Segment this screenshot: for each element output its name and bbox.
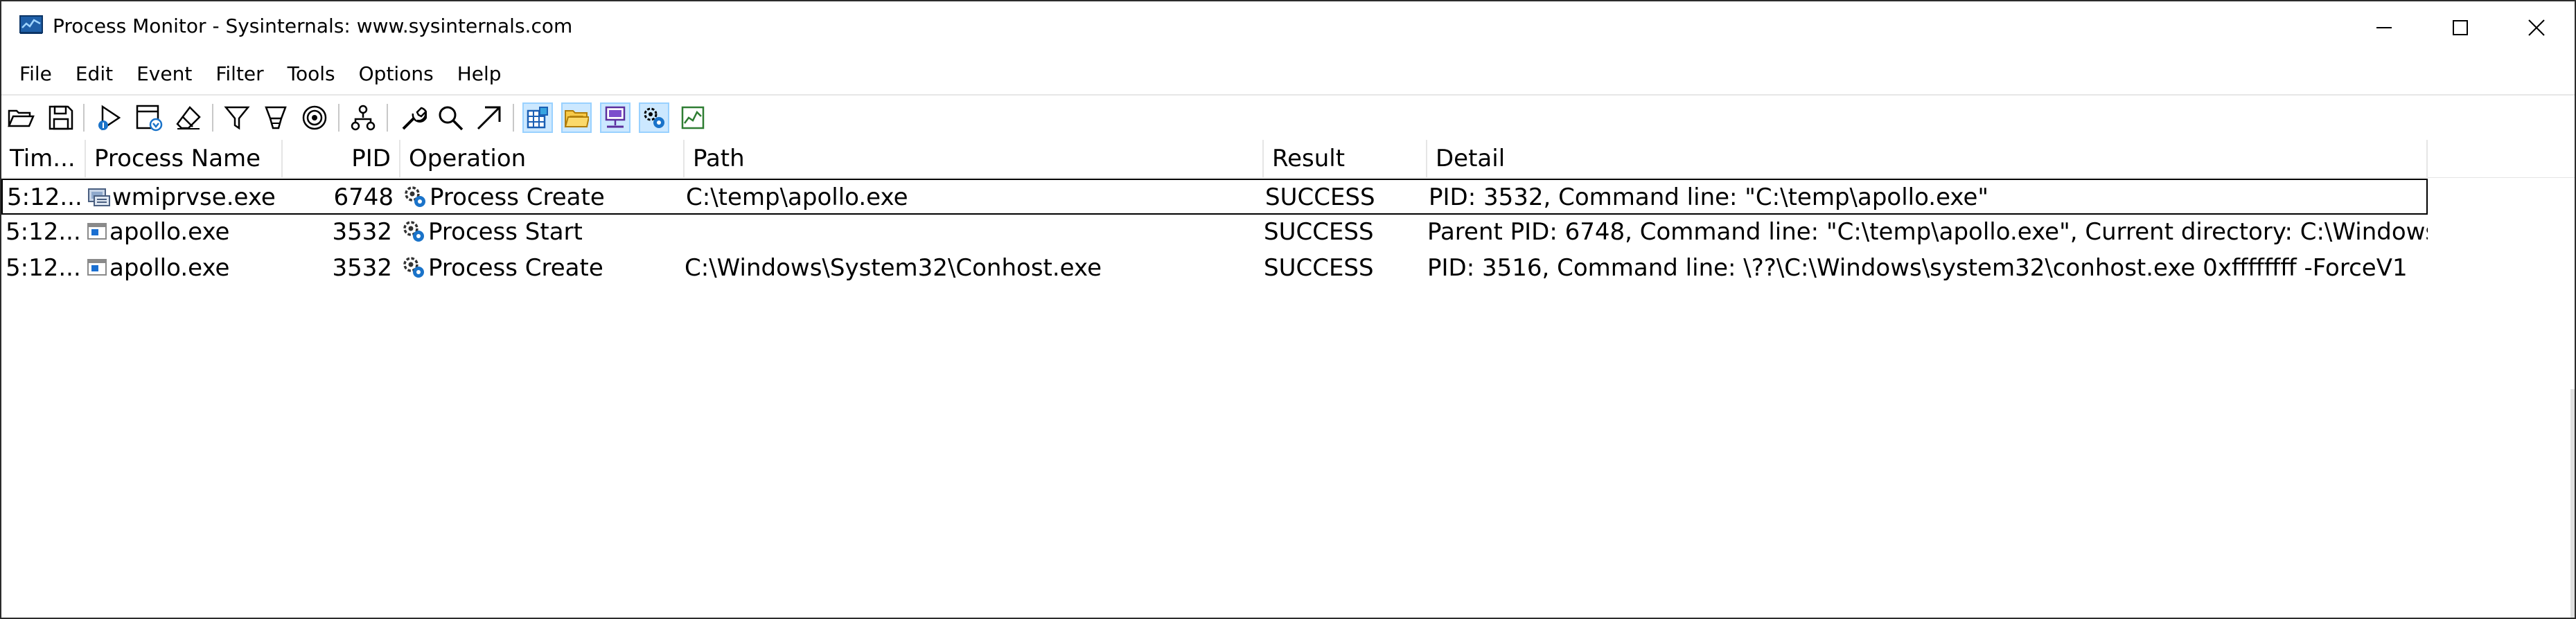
file-activity-icon xyxy=(564,110,589,127)
process-monitor-app-icon xyxy=(19,15,43,34)
menu-tools[interactable]: Tools xyxy=(276,57,347,91)
toolbar xyxy=(1,94,2575,140)
event-operation: Process Create xyxy=(400,251,685,287)
minimize-icon xyxy=(2376,27,2392,28)
event-process: wmiprvse.exe xyxy=(87,180,284,216)
open-icon xyxy=(8,109,35,127)
event-result: SUCCESS xyxy=(1264,254,1374,282)
properties-button[interactable] xyxy=(398,102,428,133)
event-process-name: apollo.exe xyxy=(109,254,230,282)
event-path: C:\temp\apollo.exe xyxy=(686,183,908,211)
clear-icon xyxy=(176,106,201,129)
event-result: SUCCESS xyxy=(1264,218,1374,246)
network-activity-toggle[interactable] xyxy=(600,102,630,133)
jump-to-button[interactable] xyxy=(474,102,504,133)
event-time: 5:12... xyxy=(6,254,81,282)
profiling-events-icon xyxy=(681,106,705,129)
console-app-icon xyxy=(87,258,107,276)
menu-help[interactable]: Help xyxy=(445,57,513,91)
process-gear-icon xyxy=(403,220,424,242)
event-path: C:\Windows\System32\Conhost.exe xyxy=(685,254,1102,282)
include-process-button[interactable] xyxy=(299,102,330,133)
autoscroll-button[interactable] xyxy=(134,102,165,133)
column-header-path[interactable]: Path xyxy=(685,140,1264,177)
column-header-process-name[interactable]: Process Name xyxy=(86,140,283,177)
process-thread-activity-icon xyxy=(644,107,664,128)
registry-activity-icon xyxy=(527,107,548,129)
profiling-events-toggle[interactable] xyxy=(678,102,708,133)
column-header-result[interactable]: Result xyxy=(1264,140,1427,177)
event-row[interactable]: 5:12... wmiprvse.exe 6748 Process Create xyxy=(1,179,2428,215)
maximize-button[interactable] xyxy=(2422,1,2498,54)
vertical-scrollbar[interactable] xyxy=(2570,389,2575,618)
event-process-name: wmiprvse.exe xyxy=(112,183,276,211)
process-tree-button[interactable] xyxy=(348,102,378,133)
find-button[interactable] xyxy=(435,102,466,133)
event-process-name: apollo.exe xyxy=(109,218,230,246)
event-operation: Process Create xyxy=(402,180,686,216)
close-icon xyxy=(2528,19,2545,36)
filter-button[interactable] xyxy=(222,102,252,133)
event-detail: Parent PID: 6748, Command line: "C:\temp… xyxy=(1427,218,2428,246)
column-header-pid[interactable]: PID xyxy=(283,140,400,177)
capture-icon xyxy=(98,105,121,131)
registry-activity-toggle[interactable] xyxy=(522,102,553,133)
close-button[interactable] xyxy=(2498,1,2575,54)
properties-icon xyxy=(402,107,427,130)
process-tree-icon xyxy=(351,105,376,131)
column-header-time[interactable]: Tim... xyxy=(1,140,86,177)
event-row[interactable]: 5:12... apollo.exe 3532 Process Start SU… xyxy=(1,215,2428,251)
event-path xyxy=(685,215,1264,251)
menu-edit[interactable]: Edit xyxy=(64,57,125,91)
filter-icon xyxy=(224,106,250,130)
capture-button[interactable] xyxy=(96,102,126,133)
process-gear-icon xyxy=(403,256,424,278)
event-pid: 6748 xyxy=(333,183,394,211)
find-icon xyxy=(439,106,464,131)
event-row[interactable]: 5:12... apollo.exe 3532 Process Create C… xyxy=(1,251,2428,287)
network-activity-icon xyxy=(605,106,626,128)
event-operation-name: Process Create xyxy=(428,254,603,282)
minimize-button[interactable] xyxy=(2346,1,2422,54)
process-thread-activity-toggle[interactable] xyxy=(639,102,669,133)
menu-options[interactable]: Options xyxy=(347,57,445,91)
event-operation-name: Process Start xyxy=(428,218,583,246)
maximize-icon xyxy=(2453,20,2468,35)
include-process-icon xyxy=(302,105,327,130)
process-gear-icon xyxy=(405,186,425,207)
event-process: apollo.exe xyxy=(86,251,283,287)
title-bar[interactable]: Process Monitor - Sysinternals: www.sysi… xyxy=(1,1,2575,54)
menu-bar: File Edit Event Filter Tools Options Hel… xyxy=(1,57,2575,91)
event-operation: Process Start xyxy=(400,215,685,251)
event-detail: PID: 3532, Command line: "C:\temp\apollo… xyxy=(1429,183,1989,211)
event-detail: PID: 3516, Command line: \??\C:\Windows\… xyxy=(1427,254,2408,282)
event-operation-name: Process Create xyxy=(430,183,605,211)
event-time: 5:12... xyxy=(7,183,82,211)
event-pid: 3532 xyxy=(332,254,392,282)
highlight-icon xyxy=(265,106,287,129)
menu-event[interactable]: Event xyxy=(125,57,204,91)
service-host-icon xyxy=(88,188,110,206)
event-time: 5:12... xyxy=(6,218,81,246)
event-process: apollo.exe xyxy=(86,215,283,251)
menu-file[interactable]: File xyxy=(1,57,64,91)
file-activity-toggle[interactable] xyxy=(561,102,592,133)
menu-filter[interactable]: Filter xyxy=(204,57,275,91)
event-list-header: Tim... Process Name PID Operation Path R… xyxy=(1,140,2575,178)
highlight-button[interactable] xyxy=(261,102,291,133)
window-title: Process Monitor - Sysinternals: www.sysi… xyxy=(53,15,573,37)
process-monitor-window: Process Monitor - Sysinternals: www.sysi… xyxy=(0,0,2576,619)
save-button[interactable] xyxy=(46,102,76,133)
event-result: SUCCESS xyxy=(1265,183,1375,211)
event-pid: 3532 xyxy=(332,218,392,246)
save-icon xyxy=(48,105,73,130)
column-header-operation[interactable]: Operation xyxy=(400,140,685,177)
column-header-detail[interactable]: Detail xyxy=(1427,140,2428,177)
open-button[interactable] xyxy=(6,102,36,133)
console-app-icon xyxy=(87,222,107,240)
jump-to-icon xyxy=(477,106,501,130)
autoscroll-icon xyxy=(136,105,163,132)
clear-button[interactable] xyxy=(173,102,204,133)
